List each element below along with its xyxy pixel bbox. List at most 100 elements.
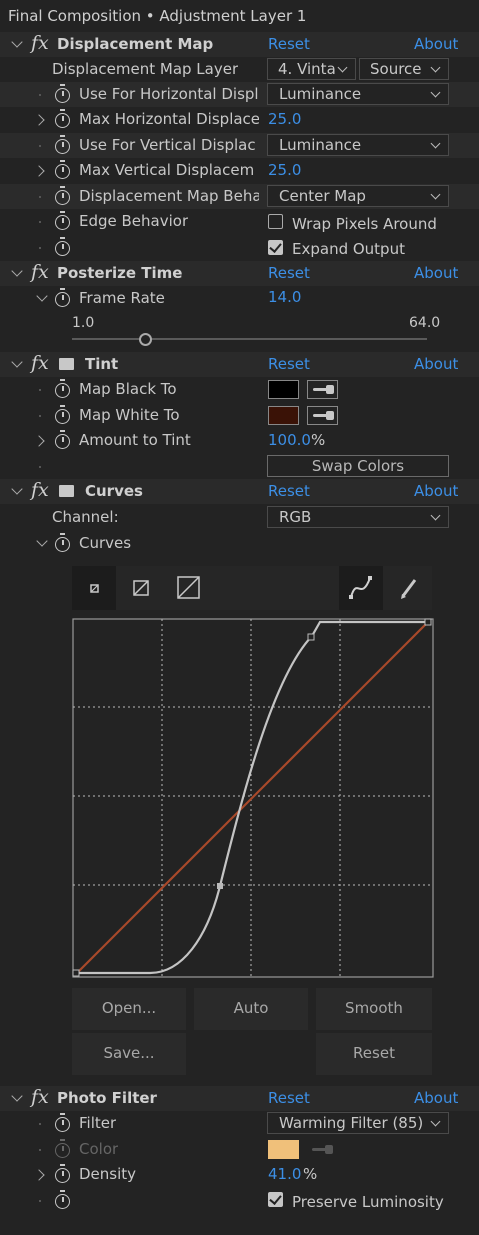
stopwatch-icon[interactable] bbox=[55, 405, 70, 424]
amount-to-tint-value[interactable]: 100.0 bbox=[268, 431, 311, 449]
stopwatch-icon[interactable] bbox=[55, 288, 70, 307]
collapse-chevron-icon[interactable] bbox=[11, 265, 23, 277]
curves-auto-button[interactable]: Auto bbox=[194, 988, 308, 1030]
eyedropper-icon[interactable] bbox=[307, 406, 338, 425]
use-horizontal-dropdown[interactable]: Luminance bbox=[267, 83, 449, 105]
graph-size-small-button[interactable] bbox=[72, 566, 116, 610]
max-vertical-value[interactable]: 25.0 bbox=[268, 161, 301, 179]
amount-unit: % bbox=[311, 431, 326, 449]
reset-link[interactable]: Reset bbox=[268, 264, 310, 282]
stopwatch-icon[interactable] bbox=[55, 186, 70, 205]
about-link[interactable]: About bbox=[414, 355, 458, 373]
about-link[interactable]: About bbox=[414, 35, 458, 53]
expand-chevron-icon[interactable] bbox=[33, 114, 45, 126]
stopwatch-icon[interactable] bbox=[55, 84, 70, 103]
bezier-curve-tool-button[interactable] bbox=[339, 566, 383, 610]
collapse-chevron-icon[interactable] bbox=[11, 356, 23, 368]
curves-reset-button[interactable]: Reset bbox=[316, 1033, 432, 1075]
about-link[interactable]: About bbox=[414, 264, 458, 282]
spacer-dot bbox=[39, 389, 41, 391]
gpu-accelerated-icon bbox=[59, 485, 74, 497]
layer-dropdown[interactable]: 4. Vinta bbox=[267, 58, 356, 80]
reset-link[interactable]: Reset bbox=[268, 482, 310, 500]
expand-chevron-icon[interactable] bbox=[33, 435, 45, 447]
swap-colors-button[interactable]: Swap Colors bbox=[267, 455, 449, 477]
frame-rate-slider-track[interactable] bbox=[72, 338, 427, 340]
fx-icon[interactable]: fx bbox=[31, 352, 49, 374]
stopwatch-icon[interactable] bbox=[55, 237, 70, 256]
spacer-dot bbox=[39, 1149, 41, 1151]
curve-point[interactable] bbox=[307, 633, 315, 641]
about-link[interactable]: About bbox=[414, 482, 458, 500]
stopwatch-icon[interactable] bbox=[55, 211, 70, 230]
param-max-vertical: Max Vertical Displacem 25.0 bbox=[0, 158, 479, 183]
use-vertical-dropdown[interactable]: Luminance bbox=[267, 134, 449, 156]
stopwatch-icon[interactable] bbox=[55, 160, 70, 179]
effect-header-tint[interactable]: fx Tint Reset About bbox=[0, 352, 479, 377]
fx-icon[interactable]: fx bbox=[31, 32, 49, 54]
dropdown-value: Luminance bbox=[279, 136, 362, 154]
graph-size-medium-button[interactable] bbox=[119, 566, 163, 610]
pencil-tool-button[interactable] bbox=[387, 566, 431, 610]
layer-source-dropdown[interactable]: Source bbox=[359, 58, 449, 80]
reset-link[interactable]: Reset bbox=[268, 1089, 310, 1107]
param-label: Max Vertical Displacem bbox=[79, 161, 255, 179]
stopwatch-icon[interactable] bbox=[55, 1164, 70, 1183]
map-behavior-dropdown[interactable]: Center Map bbox=[267, 185, 449, 207]
param-map-behavior: Displacement Map Beha Center Map bbox=[0, 184, 479, 209]
fx-icon[interactable]: fx bbox=[31, 479, 49, 501]
reset-link[interactable]: Reset bbox=[268, 355, 310, 373]
effect-header-posterize-time[interactable]: fx Posterize Time Reset About bbox=[0, 261, 479, 286]
wrap-pixels-checkbox[interactable] bbox=[268, 214, 283, 229]
param-displacement-map-layer: Displacement Map Layer 4. Vinta Source bbox=[0, 57, 479, 82]
stopwatch-icon[interactable] bbox=[55, 1113, 70, 1132]
param-filter: Filter Warming Filter (85) bbox=[0, 1111, 479, 1136]
stopwatch-icon[interactable] bbox=[55, 109, 70, 128]
stopwatch-icon[interactable] bbox=[55, 533, 70, 552]
curves-graph[interactable] bbox=[72, 618, 434, 980]
collapse-chevron-icon[interactable] bbox=[36, 290, 48, 302]
param-expand-output: Expand Output bbox=[0, 235, 479, 260]
curves-open-button[interactable]: Open... bbox=[72, 988, 186, 1030]
effect-header-photo-filter[interactable]: fx Photo Filter Reset About bbox=[0, 1086, 479, 1111]
fx-icon[interactable]: fx bbox=[31, 1086, 49, 1108]
about-link[interactable]: About bbox=[414, 1089, 458, 1107]
curve-point[interactable] bbox=[217, 883, 223, 889]
param-map-white-to: Map White To bbox=[0, 403, 479, 428]
dropdown-value: Warming Filter (85) bbox=[279, 1114, 424, 1132]
expand-chevron-icon[interactable] bbox=[33, 165, 45, 177]
expand-chevron-icon[interactable] bbox=[33, 1169, 45, 1181]
density-value[interactable]: 41.0 bbox=[268, 1165, 301, 1183]
graph-size-large-button[interactable] bbox=[167, 566, 211, 610]
stopwatch-icon[interactable] bbox=[55, 135, 70, 154]
channel-dropdown[interactable]: RGB bbox=[267, 506, 449, 528]
effect-header-curves[interactable]: fx Curves Reset About bbox=[0, 479, 479, 504]
chevron-down-icon bbox=[337, 62, 348, 73]
max-horizontal-value[interactable]: 25.0 bbox=[268, 110, 301, 128]
param-edge-behavior: Edge Behavior Wrap Pixels Around bbox=[0, 209, 479, 234]
eyedropper-icon[interactable] bbox=[307, 380, 338, 399]
preserve-luminosity-checkbox[interactable] bbox=[268, 1192, 283, 1207]
expand-output-checkbox[interactable] bbox=[268, 240, 283, 255]
curves-smooth-button[interactable]: Smooth bbox=[316, 988, 432, 1030]
frame-rate-slider-thumb[interactable] bbox=[139, 333, 153, 346]
curve-point[interactable] bbox=[424, 618, 432, 626]
reset-link[interactable]: Reset bbox=[268, 35, 310, 53]
curve-point[interactable] bbox=[72, 969, 80, 977]
collapse-chevron-icon[interactable] bbox=[11, 483, 23, 495]
map-black-color-swatch[interactable] bbox=[268, 380, 299, 399]
effect-name: Posterize Time bbox=[57, 264, 183, 282]
stopwatch-icon[interactable] bbox=[55, 430, 70, 449]
collapse-chevron-icon[interactable] bbox=[11, 36, 23, 48]
frame-rate-value[interactable]: 14.0 bbox=[268, 288, 301, 306]
param-use-horizontal: Use For Horizontal Displ Luminance bbox=[0, 82, 479, 107]
filter-dropdown[interactable]: Warming Filter (85) bbox=[267, 1112, 449, 1134]
fx-icon[interactable]: fx bbox=[31, 261, 49, 283]
collapse-chevron-icon[interactable] bbox=[11, 1090, 23, 1102]
curves-save-button[interactable]: Save... bbox=[72, 1033, 186, 1075]
stopwatch-icon[interactable] bbox=[55, 379, 70, 398]
collapse-chevron-icon[interactable] bbox=[36, 535, 48, 547]
stopwatch-icon[interactable] bbox=[55, 1190, 70, 1209]
map-white-color-swatch[interactable] bbox=[268, 406, 299, 425]
effect-header-displacement-map[interactable]: fx Displacement Map Reset About bbox=[0, 32, 479, 57]
